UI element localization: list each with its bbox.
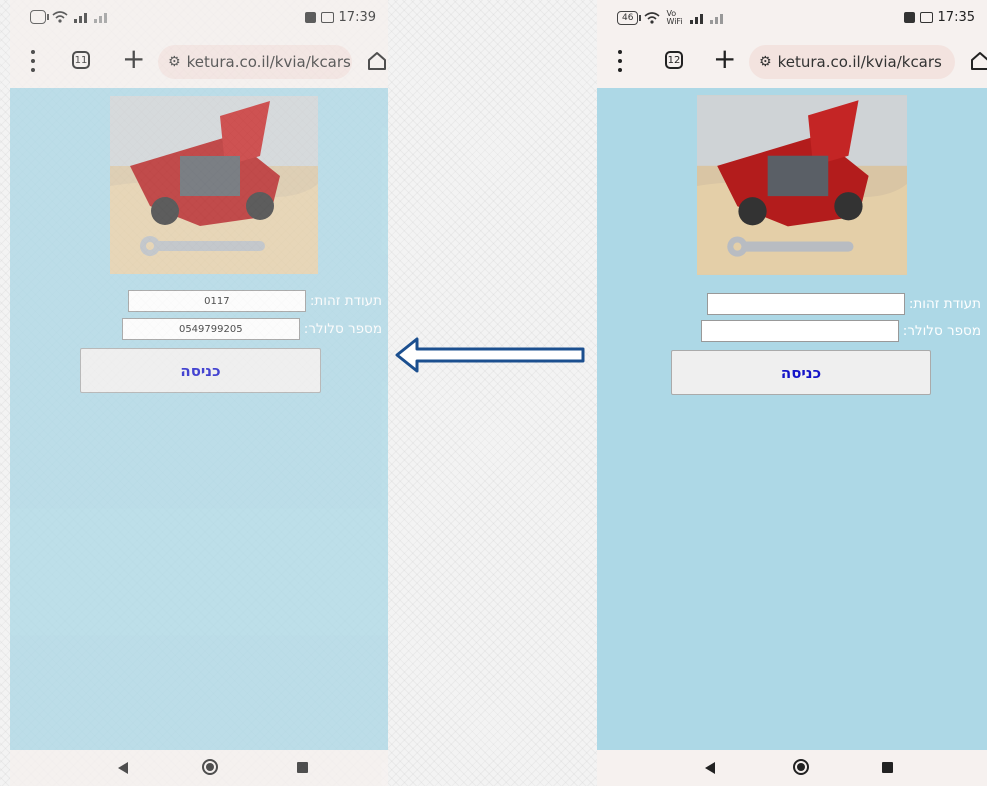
signal-icon [73,13,107,23]
phone-screenshot-after: 17:39 11 + ⚙ ketura.co.il/kvia/kcars תעו… [10,0,388,786]
menu-icon[interactable] [26,50,40,72]
site-settings-icon[interactable]: ⚙ [759,54,772,70]
car-repair-image [697,95,907,275]
back-icon[interactable] [705,762,715,774]
tab-count: 11 [74,54,88,66]
tabs-icon[interactable]: 11 [72,51,90,69]
browser-toolbar: 11 + ⚙ ketura.co.il/kvia/kcars [10,36,388,88]
system-nav-bar [10,750,388,786]
battery-icon [30,10,49,24]
url-text: ketura.co.il/kvia/kcars [186,53,351,71]
browser-toolbar: 12 + ⚙ ketura.co.il/kvia/kcars [597,36,987,88]
id-input[interactable]: 0117 [127,290,306,312]
system-nav-bar [597,750,987,786]
notification-icon [304,12,316,23]
clock: 17:35 [937,10,975,25]
clock: 17:39 [338,10,376,25]
recents-icon[interactable] [882,762,893,773]
login-button[interactable]: כניסה [80,348,321,393]
id-label: תעודת זהות: [908,296,981,312]
phone-screenshot-before: 46 Vo WiFi 17:35 12 + ⚙ ketura.co.il/kvi… [597,0,987,786]
message-icon [919,12,933,23]
menu-icon[interactable] [613,50,627,72]
phone-input[interactable] [700,320,899,342]
home-icon[interactable] [366,50,388,72]
status-bar: 46 Vo WiFi 17:35 [597,0,987,36]
site-settings-icon[interactable]: ⚙ [168,54,181,70]
tabs-icon[interactable]: 12 [665,51,683,69]
login-button[interactable]: כניסה [671,350,931,395]
url-text: ketura.co.il/kvia/kcars [777,53,942,71]
status-bar: 17:39 [10,0,388,36]
id-input[interactable] [706,293,905,315]
url-bar[interactable]: ⚙ ketura.co.il/kvia/kcars [749,45,955,79]
car-repair-image [110,96,318,274]
id-row: תעודת זהות: 0117 [127,290,388,312]
id-row: תעודת זהות: [706,293,987,315]
notification-icon [903,12,915,23]
wifi-icon [644,12,660,24]
home-icon[interactable] [969,50,987,72]
signal-icon [690,14,724,24]
web-page: תעודת זהות: מספר סלולר: כניסה [597,88,987,750]
battery-icon: 46 [617,11,642,25]
recents-icon[interactable] [297,762,308,773]
wifi-icon [52,11,68,23]
phone-label: מספר סלולר: [303,321,382,337]
message-icon [320,12,334,23]
phone-label: מספר סלולר: [902,323,981,339]
back-icon[interactable] [118,762,128,774]
tab-count: 12 [667,54,681,66]
plus-icon[interactable]: + [122,45,145,73]
web-page: תעודת זהות: 0117 מספר סלולר: 0549799205 … [10,88,388,750]
phone-input[interactable]: 0549799205 [121,318,300,340]
phone-row: מספר סלולר: [700,320,987,342]
nav-home-icon[interactable] [202,759,218,775]
plus-icon[interactable]: + [713,45,736,73]
vowifi-label: Vo WiFi [666,9,683,26]
url-bar[interactable]: ⚙ ketura.co.il/kvia/kcars [158,45,352,79]
arrow-left-icon [395,337,585,373]
nav-home-icon[interactable] [793,759,809,775]
id-label: תעודת זהות: [309,293,382,309]
phone-row: מספר סלולר: 0549799205 [121,318,388,340]
